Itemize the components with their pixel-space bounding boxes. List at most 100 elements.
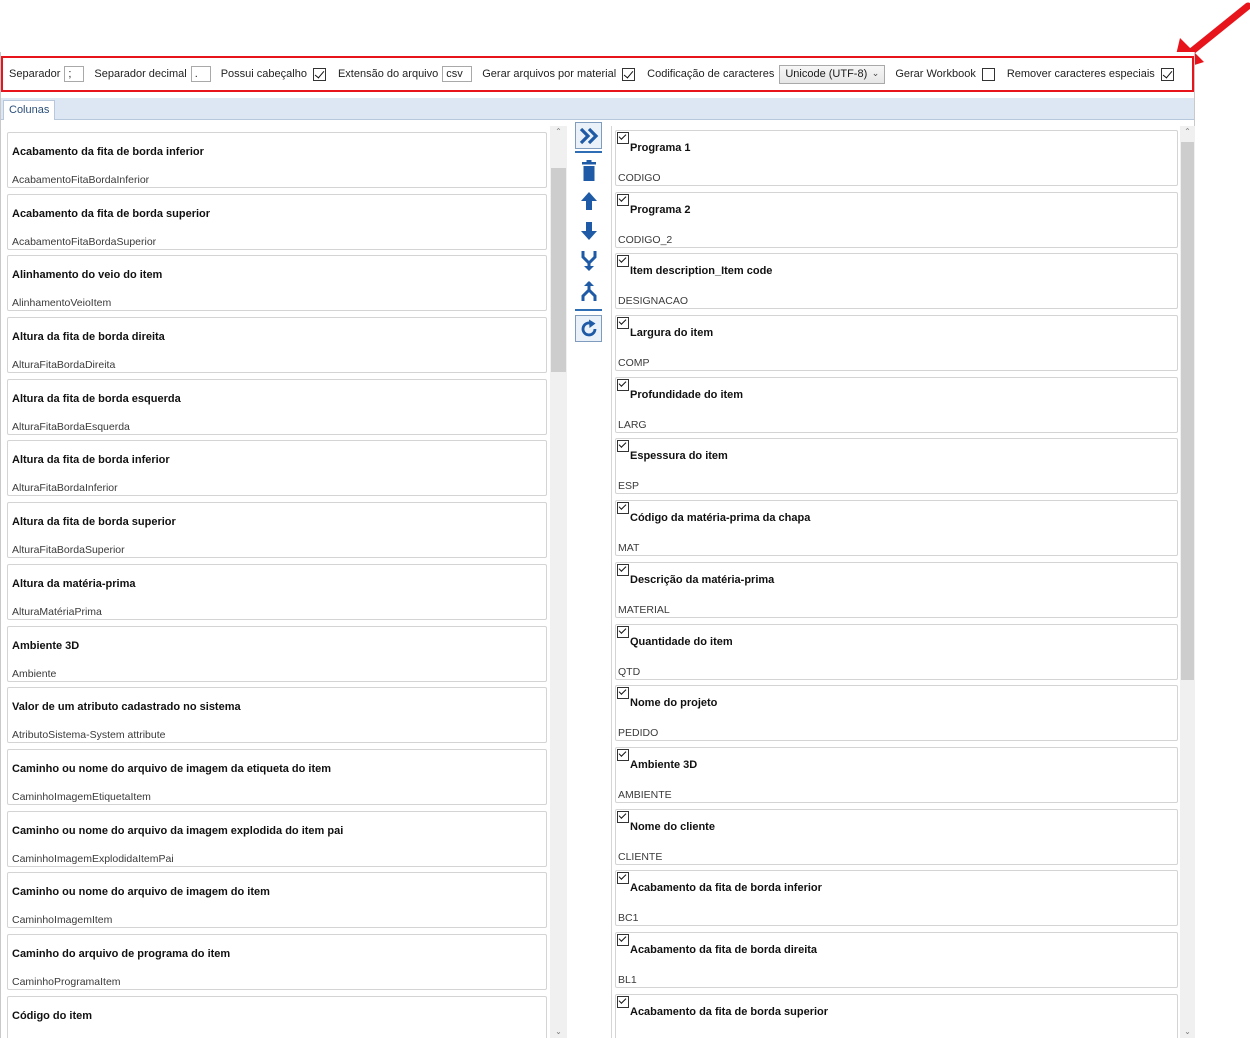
selected-column-item[interactable]: Acabamento da fita de borda superior <box>615 993 1178 1038</box>
decimal-separator-input[interactable] <box>190 66 211 82</box>
column-title: Ambiente 3D <box>12 639 80 652</box>
separator-input[interactable] <box>64 66 85 82</box>
column-title: Acabamento da fita de borda superior <box>12 207 211 220</box>
column-title: Acabamento da fita de borda inferior <box>12 146 204 158</box>
left-scrollbar-thumb[interactable] <box>551 168 566 372</box>
column-title: Altura da fita de borda direita <box>12 331 165 344</box>
collapse-chevron-icon[interactable] <box>617 317 629 330</box>
delete-button[interactable] <box>575 157 602 184</box>
column-title: Caminho ou nome do arquivo de imagem da … <box>12 762 332 775</box>
separator-label: Separador <box>9 68 61 80</box>
selected-column-item[interactable]: Item description_Item code DESIGNACAO <box>615 253 1178 310</box>
collapse-chevron-icon[interactable] <box>617 995 629 1008</box>
selected-column-item[interactable]: Código da matéria-prima da chapa MAT <box>615 500 1178 557</box>
tab-colunas[interactable]: Colunas <box>3 100 56 120</box>
per-material-checkbox[interactable] <box>622 67 636 81</box>
merge-button[interactable] <box>575 247 602 274</box>
available-column-item[interactable]: Altura da fita de borda inferior AlturaFi… <box>7 440 547 497</box>
collapse-chevron-icon[interactable] <box>617 872 629 885</box>
selected-column-item[interactable]: Acabamento da fita de borda direita BL1 <box>615 931 1178 988</box>
remove-special-chars-checkbox[interactable] <box>1160 67 1174 81</box>
split-button[interactable] <box>575 277 602 304</box>
selected-column-item[interactable]: Programa 1 CODIGO <box>615 130 1178 186</box>
trash-icon <box>581 159 596 181</box>
available-column-item[interactable]: Valor de um atributo cadastrado no siste… <box>7 687 547 744</box>
column-title: Espessura do item <box>630 450 728 463</box>
available-column-item[interactable]: Altura da fita de borda esquerda AlturaFi… <box>7 378 547 435</box>
available-column-item[interactable]: Ambiente 3D Ambiente <box>7 625 547 682</box>
scroll-up-icon[interactable]: ⌃ <box>550 126 567 138</box>
right-scrollbar-thumb[interactable] <box>1181 142 1194 680</box>
available-column-item[interactable]: Altura da matéria-prima AlturaMatériaPrim… <box>7 563 547 620</box>
scroll-down-icon[interactable]: ⌄ <box>550 1026 567 1038</box>
available-column-item[interactable]: Altura da fita de borda direita AlturaFit… <box>7 317 547 374</box>
selected-column-item[interactable]: Nome do projeto PEDIDO <box>615 685 1178 742</box>
selected-column-item[interactable]: Acabamento da fita de borda inferior BC1 <box>615 870 1178 927</box>
column-output-name: CLIENTE <box>618 850 663 863</box>
column-output-name: QTD <box>618 665 641 678</box>
encoding-select[interactable]: Unicode (UTF-8) ⌄ <box>779 64 886 84</box>
column-output-name: PEDIDO <box>618 727 659 740</box>
column-output-name: AMBIENTE <box>618 788 672 801</box>
has-header-checkbox[interactable] <box>312 67 326 81</box>
collapse-chevron-icon[interactable] <box>617 563 629 576</box>
available-column-item[interactable]: Código do item <box>7 995 547 1038</box>
column-title: Alinhamento do veio do item <box>12 269 163 282</box>
file-extension-input[interactable] <box>442 66 473 82</box>
scroll-up-icon[interactable]: ⌃ <box>1180 126 1195 138</box>
selected-column-item[interactable]: Espessura do item ESP <box>615 438 1178 495</box>
per-material-label: Gerar arquivos por material <box>482 68 617 80</box>
column-field-name: AlturaFitaBordaEsquerda <box>12 420 130 433</box>
selected-columns-list: Programa 1 CODIGO Programa 2 CODIGO_2 Item d… <box>615 130 1178 1038</box>
column-output-name: CODIGO_2 <box>618 233 673 246</box>
available-column-item[interactable]: Caminho ou nome do arquivo de imagem do … <box>7 872 547 929</box>
column-title: Acabamento da fita de borda direita <box>630 943 818 956</box>
column-output-name: COMP <box>618 357 650 370</box>
column-actions-toolbar <box>575 122 603 1038</box>
available-column-item[interactable]: Caminho do arquivo de programa do item Ca… <box>7 933 547 990</box>
available-column-item[interactable]: Altura da fita de borda superior AlturaFi… <box>7 502 547 559</box>
selected-column-item[interactable]: Ambiente 3D AMBIENTE <box>615 746 1178 803</box>
selected-column-item[interactable]: Largura do item COMP <box>615 315 1178 372</box>
right-scrollbar[interactable]: ⌃ ⌄ <box>1180 126 1195 1038</box>
split-icon <box>581 280 596 301</box>
double-chevron-right-icon <box>579 127 598 144</box>
scroll-down-icon[interactable]: ⌄ <box>1180 1026 1195 1038</box>
collapse-chevron-icon[interactable] <box>617 378 629 391</box>
available-column-item[interactable]: Acabamento da fita de borda inferior Acab… <box>7 132 547 188</box>
available-column-item[interactable]: Caminho ou nome do arquivo da imagem exp… <box>7 810 547 867</box>
selected-column-item[interactable]: Quantidade do item QTD <box>615 623 1178 680</box>
left-scrollbar[interactable]: ⌃ ⌄ <box>550 126 567 1038</box>
collapse-chevron-icon[interactable] <box>617 933 629 946</box>
column-title: Caminho ou nome do arquivo da imagem exp… <box>12 824 344 837</box>
selected-column-item[interactable]: Nome do cliente CLIENTE <box>615 808 1178 865</box>
collapse-chevron-icon[interactable] <box>617 748 629 761</box>
encoding-label: Codificação de caracteres <box>647 68 775 80</box>
collapse-chevron-icon[interactable] <box>617 132 629 144</box>
available-column-item[interactable]: Alinhamento do veio do item AlinhamentoVe… <box>7 255 547 312</box>
column-title: Item description_Item code <box>630 265 773 278</box>
refresh-button[interactable] <box>575 315 602 342</box>
column-title: Altura da fita de borda esquerda <box>12 392 181 405</box>
collapse-chevron-icon[interactable] <box>617 625 629 638</box>
column-output-name: LARG <box>618 418 647 431</box>
selected-column-item[interactable]: Descrição da matéria-prima MATERIAL <box>615 561 1178 618</box>
add-all-button[interactable] <box>575 122 602 149</box>
generate-workbook-label: Gerar Workbook <box>895 68 976 80</box>
collapse-chevron-icon[interactable] <box>617 440 629 453</box>
decimal-separator-label: Separador decimal <box>94 68 187 80</box>
tab-strip: Colunas <box>1 98 1194 120</box>
collapse-chevron-icon[interactable] <box>617 810 629 823</box>
move-down-button[interactable] <box>575 217 602 244</box>
collapse-chevron-icon[interactable] <box>617 502 629 515</box>
column-field-name: AtributoSistema-System attribute <box>12 729 166 742</box>
collapse-chevron-icon[interactable] <box>617 255 629 268</box>
selected-column-item[interactable]: Programa 2 CODIGO_2 <box>615 191 1178 248</box>
available-column-item[interactable]: Caminho ou nome do arquivo de imagem da … <box>7 748 547 805</box>
collapse-chevron-icon[interactable] <box>617 193 629 206</box>
move-up-button[interactable] <box>575 187 602 214</box>
collapse-chevron-icon[interactable] <box>617 687 629 700</box>
available-column-item[interactable]: Acabamento da fita de borda superior Acab… <box>7 193 547 250</box>
generate-workbook-checkbox[interactable] <box>981 67 995 81</box>
selected-column-item[interactable]: Profundidade do item LARG <box>615 376 1178 433</box>
